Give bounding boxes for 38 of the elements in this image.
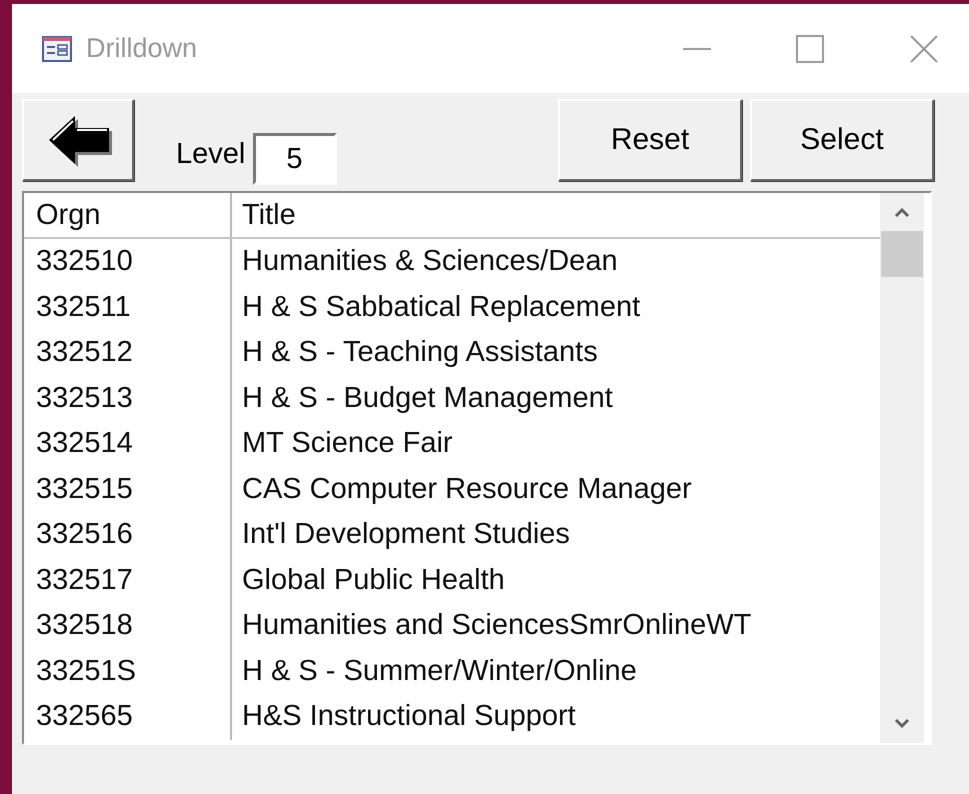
minimize-icon[interactable] xyxy=(683,46,711,50)
table-cell[interactable]: Global Public Health xyxy=(232,564,505,597)
table-cell[interactable]: H & S - Summer/Winter/Online xyxy=(232,654,637,688)
close-icon[interactable] xyxy=(909,34,939,64)
scroll-up-icon[interactable] xyxy=(894,207,910,217)
table-cell[interactable]: 332511 xyxy=(24,284,232,330)
level-field[interactable]: 5 xyxy=(253,133,338,185)
scroll-down-icon[interactable] xyxy=(894,719,910,729)
table-cell[interactable]: Humanities and SciencesSmrOnlineWT xyxy=(232,609,752,642)
scroll-thumb[interactable] xyxy=(881,231,923,277)
table-cell[interactable]: 33251S xyxy=(24,648,232,694)
back-button[interactable] xyxy=(22,99,134,181)
form-icon xyxy=(42,36,72,62)
level-label: Level xyxy=(176,138,246,172)
table-cell[interactable]: 332514 xyxy=(24,421,232,466)
table-cell[interactable]: CAS Computer Resource Manager xyxy=(232,472,692,506)
table-cell[interactable]: H & S - Budget Management xyxy=(232,382,613,415)
window-title: Drilldown xyxy=(86,33,198,64)
table-cell[interactable]: 332510 xyxy=(24,239,232,284)
table-cell[interactable]: H & S Sabbatical Replacement xyxy=(232,290,640,324)
table-cell[interactable]: H & S - Teaching Assistants xyxy=(232,336,598,370)
table-cell[interactable]: Humanities & Sciences/Dean xyxy=(232,245,618,278)
table-cell[interactable]: MT Science Fair xyxy=(232,427,453,460)
table-cell[interactable]: 332516 xyxy=(24,512,232,558)
reset-button[interactable]: Reset xyxy=(558,99,742,181)
column-header: Orgn xyxy=(24,193,232,237)
table-cell[interactable]: Int'l Development Studies xyxy=(232,518,570,552)
table-cell[interactable]: 332515 xyxy=(24,466,232,512)
select-button[interactable]: Select xyxy=(750,99,934,181)
column-header: Title xyxy=(241,198,296,232)
table-cell[interactable]: 332513 xyxy=(24,376,232,421)
table-cell[interactable]: 332517 xyxy=(24,558,232,603)
table-cell[interactable]: 332518 xyxy=(24,603,232,648)
table-cell[interactable]: H&S Instructional Support xyxy=(232,700,576,734)
table-cell[interactable]: 332512 xyxy=(24,330,232,376)
table-cell[interactable]: 332565 xyxy=(24,694,232,740)
scrollbar[interactable] xyxy=(880,193,924,743)
maximize-icon[interactable] xyxy=(796,34,824,62)
